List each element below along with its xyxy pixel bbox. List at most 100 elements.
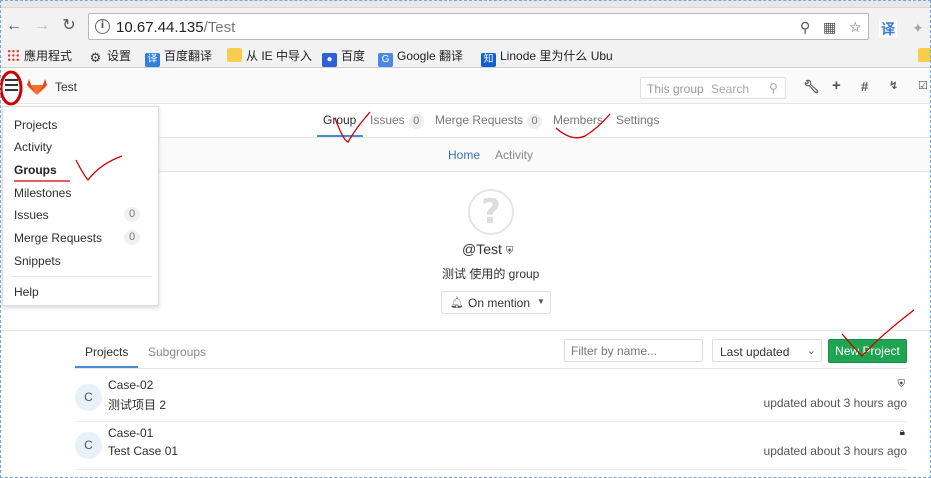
active-tab-indicator — [75, 366, 138, 368]
menu-item-activity[interactable]: Activity — [14, 140, 52, 154]
extension-bird-icon[interactable]: ✦ — [912, 20, 924, 37]
bookmark-ie-import[interactable]: 从 IE 中导入 — [227, 48, 312, 64]
project-row[interactable]: C Case-02 测试项目 2 ⛨ updated about 3 hours… — [75, 376, 907, 422]
browser-toolbar: ← → ↻ i 10.67.44.135/Test ⚲ ▦ ☆ 译 ✦ — [0, 8, 931, 44]
bookmark-baidu[interactable]: ● 百度 — [322, 48, 365, 67]
group-name: @Test — [462, 241, 502, 257]
chevron-down-icon: ⌄ — [806, 345, 816, 357]
header-title[interactable]: Test — [55, 80, 77, 94]
project-avatar[interactable]: C — [75, 384, 102, 411]
bookmark-baidu-translate[interactable]: 译百度翻译 — [145, 48, 212, 67]
group-avatar: ? — [468, 189, 514, 235]
issues-count-badge: 0 — [408, 114, 424, 129]
hamburger-menu-icon[interactable] — [5, 79, 18, 93]
project-updated: updated about 3 hours ago — [763, 396, 907, 410]
zoom-icon[interactable]: ⚲ — [800, 19, 810, 36]
google-translate-icon: G — [378, 53, 393, 67]
tab-issues[interactable]: Issues 0 — [370, 113, 424, 129]
project-name[interactable]: Case-02 — [108, 378, 153, 392]
bookmark-overflow[interactable] — [918, 48, 931, 64]
active-tab-indicator — [317, 135, 363, 137]
bookmark-star-icon[interactable]: ☆ — [849, 19, 862, 36]
subtab-activity[interactable]: Activity — [495, 148, 533, 162]
tab-merge-requests[interactable]: Merge Requests 0 — [435, 113, 543, 129]
bookmark-label: 从 IE 中导入 — [246, 49, 313, 63]
tab-merge-requests-label: Merge Requests — [435, 113, 524, 127]
sort-value: Last updated — [720, 345, 790, 359]
search-placeholder: Search — [711, 82, 750, 96]
group-title: @Test ⛨ — [462, 241, 513, 257]
merge-request-icon[interactable]: ↯ — [889, 79, 898, 92]
project-avatar[interactable]: C — [75, 432, 102, 459]
bell-icon: 🔔︎ — [450, 297, 464, 309]
tab-issues-label: Issues — [370, 113, 405, 127]
subtab-home[interactable]: Home — [448, 148, 480, 162]
lock-icon: 🔒︎ — [899, 427, 905, 438]
paw-icon: ● — [322, 53, 337, 67]
menu-item-help[interactable]: Help — [14, 285, 39, 299]
url-path: /Test — [203, 19, 236, 36]
notification-level: On mention — [468, 296, 531, 310]
hash-icon[interactable]: # — [861, 79, 868, 94]
tab-settings[interactable]: Settings — [616, 113, 659, 127]
info-icon[interactable]: i — [95, 19, 110, 34]
url-text: 10.67.44.135/Test — [116, 19, 235, 36]
section-divider — [0, 330, 931, 331]
search-scope[interactable]: This group — [647, 82, 704, 96]
wrench-icon[interactable]: 🔧︎ — [803, 79, 820, 95]
forward-icon[interactable]: → — [33, 17, 51, 35]
menu-item-projects[interactable]: Projects — [14, 118, 57, 132]
menu-item-groups[interactable]: Groups — [14, 163, 57, 177]
gitlab-logo-icon[interactable] — [27, 78, 47, 96]
issues-count-badge: 0 — [124, 207, 140, 222]
bookmark-settings[interactable]: ⚙ 设置 — [88, 48, 132, 65]
notification-dropdown[interactable]: 🔔︎ On mention ▼ — [441, 291, 551, 314]
menu-item-milestones[interactable]: Milestones — [14, 186, 71, 200]
bookmark-label: 设置 — [107, 49, 132, 63]
bookmark-apps[interactable]: 應用程式 — [7, 48, 72, 64]
browser-tabstrip — [0, 0, 931, 8]
search-input[interactable]: This group Search ⚲ — [640, 77, 786, 99]
address-bar[interactable]: i 10.67.44.135/Test ⚲ ▦ ☆ — [88, 13, 869, 40]
bookmark-label: 應用程式 — [24, 49, 73, 63]
project-updated: updated about 3 hours ago — [763, 444, 907, 458]
translate-page-icon[interactable]: ▦ — [823, 19, 836, 36]
merge-requests-count-badge: 0 — [527, 114, 543, 129]
menu-item-label: Merge Requests — [14, 231, 103, 245]
zhihu-icon: 知 — [481, 53, 496, 67]
back-icon[interactable]: ← — [5, 17, 23, 35]
new-project-button[interactable]: New Project — [828, 339, 907, 363]
group-description: 测试 使用的 group — [442, 267, 540, 281]
tab-members[interactable]: Members — [553, 113, 603, 127]
bookmark-zhihu[interactable]: 知 Linode 里为什么 Ubu — [481, 48, 613, 67]
project-row[interactable]: C Case-01 Test Case 01 🔒︎ updated about … — [75, 424, 907, 470]
bookmarks-bar: 應用程式 ⚙ 设置 译百度翻译 从 IE 中导入 ● 百度 G Google 翻译 知… — [0, 44, 931, 68]
project-description: 测试项目 2 — [108, 398, 167, 412]
main-menu-dropdown: Projects Activity Groups Milestones Issu… — [2, 106, 159, 306]
folder-icon — [918, 48, 931, 62]
menu-item-label: Issues — [14, 208, 49, 222]
checklist-icon[interactable]: ☑ — [918, 79, 928, 92]
menu-item-snippets[interactable]: Snippets — [14, 254, 61, 268]
bookmark-google-translate[interactable]: G Google 翻译 — [378, 48, 463, 67]
tab-group[interactable]: Group — [323, 113, 356, 127]
shield-icon: ⛨ — [505, 246, 514, 257]
bookmark-label: Linode 里为什么 Ubu — [500, 49, 613, 63]
menu-item-issues[interactable]: Issues 0 — [14, 207, 150, 222]
filter-by-name-input[interactable] — [564, 339, 703, 362]
gear-icon: ⚙ — [89, 50, 102, 65]
tab-subgroups[interactable]: Subgroups — [148, 345, 206, 359]
apps-grid-icon — [7, 49, 20, 62]
reload-icon[interactable]: ↻ — [60, 17, 78, 35]
url-host: 10.67.44.135 — [116, 19, 204, 36]
shield-icon: ⛨ — [897, 379, 906, 390]
tab-projects[interactable]: Projects — [85, 345, 128, 359]
gitlab-header: Test This group Search ⚲ 🔧︎ + # ↯ ☑ — [0, 70, 931, 104]
plus-icon[interactable]: + — [832, 77, 841, 94]
menu-item-merge-requests[interactable]: Merge Requests 0 — [14, 230, 150, 245]
translate-icon: 译 — [145, 53, 160, 67]
sort-dropdown[interactable]: Last updated ⌄ — [712, 339, 822, 362]
project-description: Test Case 01 — [108, 444, 179, 458]
project-name[interactable]: Case-01 — [108, 426, 153, 440]
translate-extension-icon[interactable]: 译 — [879, 20, 897, 38]
